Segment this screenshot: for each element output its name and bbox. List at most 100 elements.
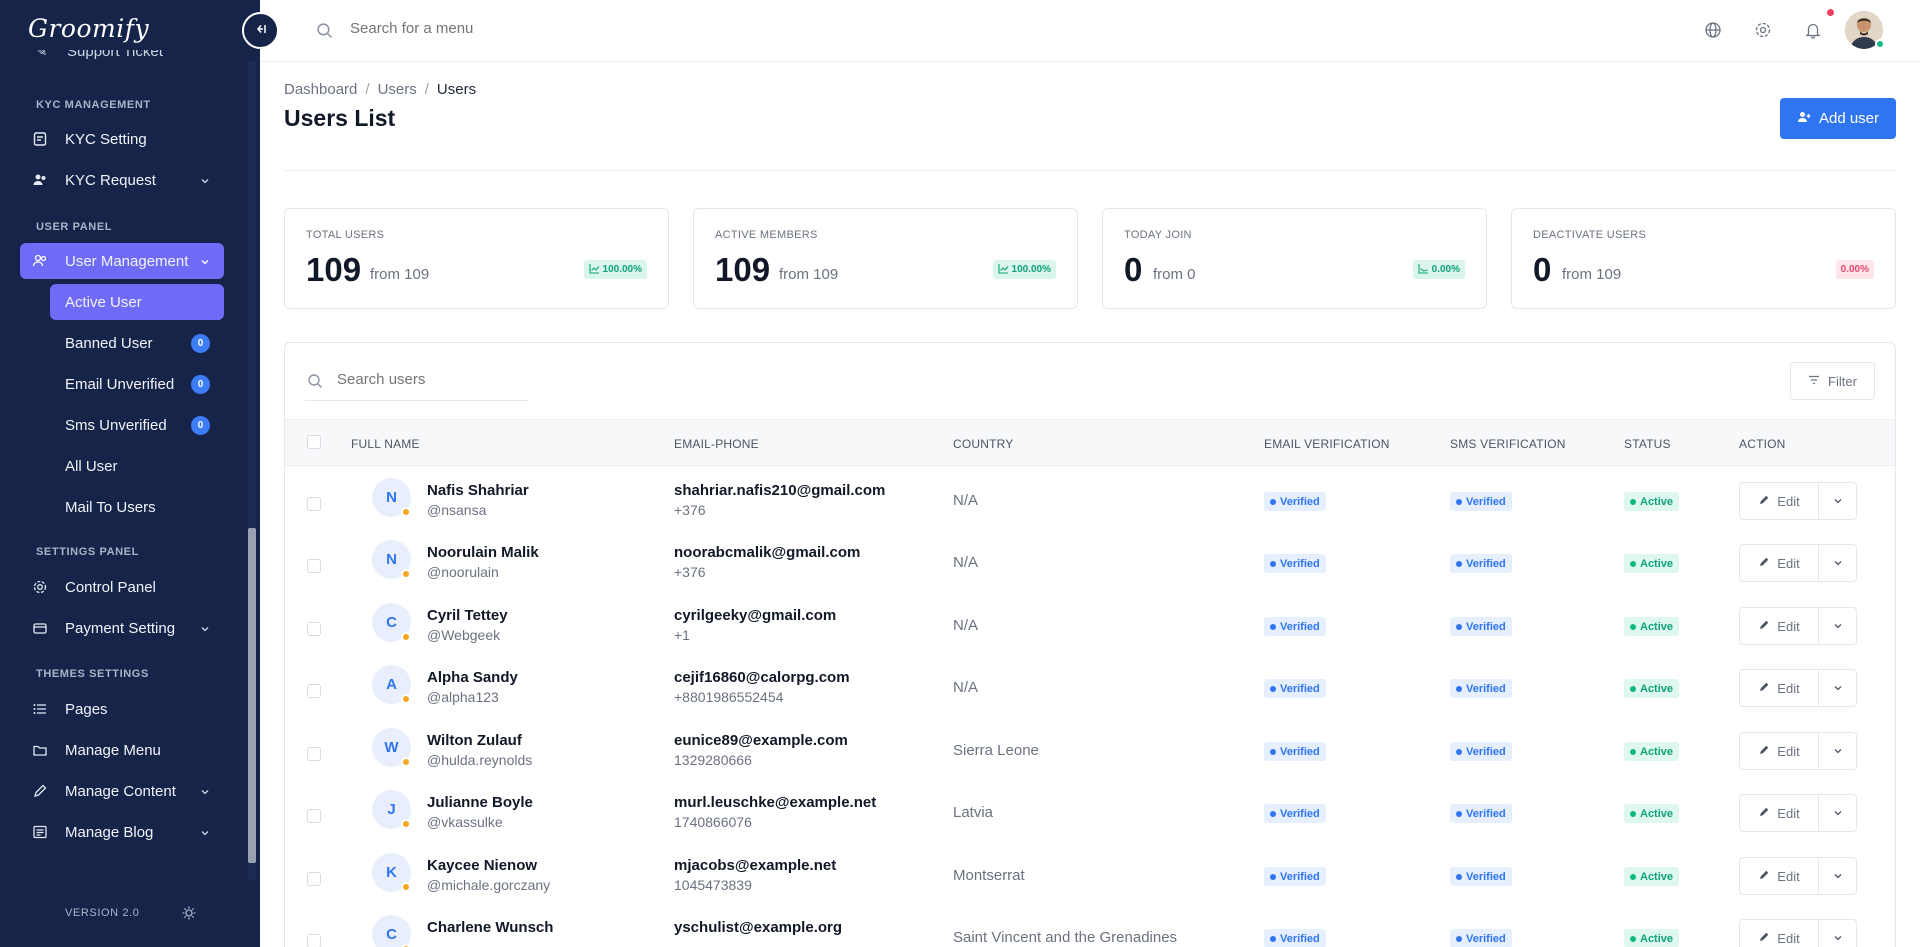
user-handle: @hulda.reynolds: [427, 752, 533, 768]
sidebar-item-manage-menu[interactable]: Manage Menu: [20, 732, 224, 768]
row-checkbox[interactable]: [307, 684, 321, 698]
sidebar-subitem-label: Sms Unverified: [65, 416, 167, 434]
sidebar-item-pages[interactable]: Pages: [20, 691, 224, 727]
column-header-email-verification[interactable]: EMAIL VERIFICATION: [1264, 437, 1390, 451]
edit-button[interactable]: Edit: [1739, 857, 1819, 895]
user-name[interactable]: Wilton Zulauf: [427, 732, 522, 749]
user-name[interactable]: Nafis Shahriar: [427, 482, 529, 499]
settings-icon[interactable]: [1754, 21, 1772, 44]
status-dot: [1630, 935, 1636, 942]
row-checkbox[interactable]: [307, 934, 321, 947]
sidebar-item-label: User Management: [65, 252, 189, 270]
edit-button[interactable]: Edit: [1739, 732, 1819, 770]
sidebar-subitem-mail-to-users[interactable]: Mail To Users: [50, 489, 224, 525]
edit-button[interactable]: Edit: [1739, 919, 1819, 947]
row-checkbox[interactable]: [307, 622, 321, 636]
badge-label: Verified: [1466, 557, 1506, 570]
brand-logo[interactable]: Groomify: [28, 14, 149, 43]
sidebar-item-manage-blog[interactable]: Manage Blog: [20, 814, 224, 850]
section-themes-settings: THEMES SETTINGS: [36, 668, 149, 680]
add-user-button[interactable]: Add user: [1780, 98, 1896, 139]
gear-icon: [32, 579, 48, 595]
user-name[interactable]: Cyril Tettey: [427, 607, 508, 624]
status-dot: [1270, 873, 1276, 880]
row-actions-dropdown[interactable]: [1818, 669, 1857, 707]
user-name[interactable]: Alpha Sandy: [427, 669, 518, 686]
sidebar-subitem-banned-user[interactable]: Banned User 0: [50, 325, 224, 361]
user-email: mjacobs@example.net: [674, 857, 837, 874]
row-checkbox[interactable]: [307, 872, 321, 886]
bell-icon[interactable]: [1804, 21, 1822, 44]
column-header-country[interactable]: COUNTRY: [953, 437, 1014, 451]
sidebar-item-label: Payment Setting: [65, 619, 176, 637]
row-actions-dropdown[interactable]: [1818, 794, 1857, 832]
user-country: Montserrat: [953, 867, 1025, 884]
row-checkbox[interactable]: [307, 809, 321, 823]
sidebar-subitem-sms-unverified[interactable]: Sms Unverified 0: [50, 407, 224, 443]
sidebar-item-manage-content[interactable]: Manage Content: [20, 773, 224, 809]
edit-button[interactable]: Edit: [1739, 544, 1819, 582]
sidebar-subitem-label: Banned User: [65, 334, 153, 352]
stat-from: from 109: [370, 266, 430, 283]
user-name[interactable]: Kaycee Nienow: [427, 857, 537, 874]
stat-percent-badge: 0.00%: [1835, 260, 1874, 279]
sidebar-item-kyc-request[interactable]: KYC Request: [20, 162, 224, 198]
status-dot: [1270, 935, 1276, 942]
status-dot: [1456, 498, 1462, 505]
status-dot: [1456, 748, 1462, 755]
sidebar-scrollbar-thumb[interactable]: [248, 528, 256, 863]
menu-search-input[interactable]: [350, 20, 650, 37]
sms-verification-badge: Verified: [1450, 804, 1512, 823]
user-name[interactable]: Charlene Wunsch: [427, 919, 553, 936]
row-actions-dropdown[interactable]: [1818, 857, 1857, 895]
filter-button[interactable]: Filter: [1790, 362, 1875, 400]
column-header-email-phone[interactable]: EMAIL-PHONE: [674, 437, 759, 451]
column-header-sms-verification[interactable]: SMS VERIFICATION: [1450, 437, 1566, 451]
user-country: Latvia: [953, 804, 994, 821]
row-checkbox[interactable]: [307, 497, 321, 511]
breadcrumb-link[interactable]: Users: [378, 81, 417, 98]
sidebar-item-support-ticket[interactable]: ✎ Support Ticket: [35, 50, 163, 60]
edit-button[interactable]: Edit: [1739, 607, 1819, 645]
badge-label: Verified: [1280, 682, 1320, 695]
user-plus-icon: [1797, 110, 1811, 128]
breadcrumb-link[interactable]: Dashboard: [284, 81, 357, 98]
edit-button[interactable]: Edit: [1739, 482, 1819, 520]
badge-label: Active: [1640, 557, 1674, 570]
select-all-checkbox[interactable]: [307, 435, 321, 449]
chevron-down-icon: [1833, 869, 1843, 884]
user-phone: 1045473839: [674, 877, 752, 893]
user-phone: 1329280666: [674, 752, 752, 768]
sidebar-item-payment-setting[interactable]: Payment Setting: [20, 610, 224, 646]
status-dot: [1270, 810, 1276, 817]
sidebar-subitem-label: All User: [65, 457, 118, 475]
user-country: N/A: [953, 554, 979, 571]
sidebar-item-control-panel[interactable]: Control Panel: [20, 569, 224, 605]
column-header-full-name[interactable]: FULL NAME: [351, 437, 420, 451]
sidebar-subitem-email-unverified[interactable]: Email Unverified 0: [50, 366, 224, 402]
row-actions-dropdown[interactable]: [1818, 732, 1857, 770]
row-actions-dropdown[interactable]: [1818, 919, 1857, 947]
sidebar-item-label: Manage Blog: [65, 823, 154, 841]
row-checkbox[interactable]: [307, 747, 321, 761]
sidebar-collapse-button[interactable]: [242, 12, 279, 49]
user-name[interactable]: Julianne Boyle: [427, 794, 533, 811]
column-header-status[interactable]: STATUS: [1624, 437, 1671, 451]
globe-icon[interactable]: [1704, 21, 1722, 44]
edit-button[interactable]: Edit: [1739, 669, 1819, 707]
row-actions-dropdown[interactable]: [1818, 607, 1857, 645]
sidebar-item-kyc-setting[interactable]: KYC Setting: [20, 121, 224, 157]
user-name[interactable]: Noorulain Malik: [427, 544, 539, 561]
sidebar-item-user-management[interactable]: User Management: [20, 243, 224, 279]
edit-button[interactable]: Edit: [1739, 794, 1819, 832]
row-checkbox[interactable]: [307, 559, 321, 573]
row-actions-dropdown[interactable]: [1818, 544, 1857, 582]
users-search-input[interactable]: [337, 371, 517, 388]
sun-icon[interactable]: [181, 905, 197, 926]
sidebar-subitem-active-user[interactable]: Active User: [50, 284, 224, 320]
badge-label: Verified: [1466, 932, 1506, 945]
sidebar-scroll-area: ✎ Support Ticket KYC MANAGEMENT KYC Setti…: [0, 50, 260, 880]
row-actions-dropdown[interactable]: [1818, 482, 1857, 520]
status-dot: [1456, 560, 1462, 567]
sidebar-subitem-all-user[interactable]: All User: [50, 448, 224, 484]
